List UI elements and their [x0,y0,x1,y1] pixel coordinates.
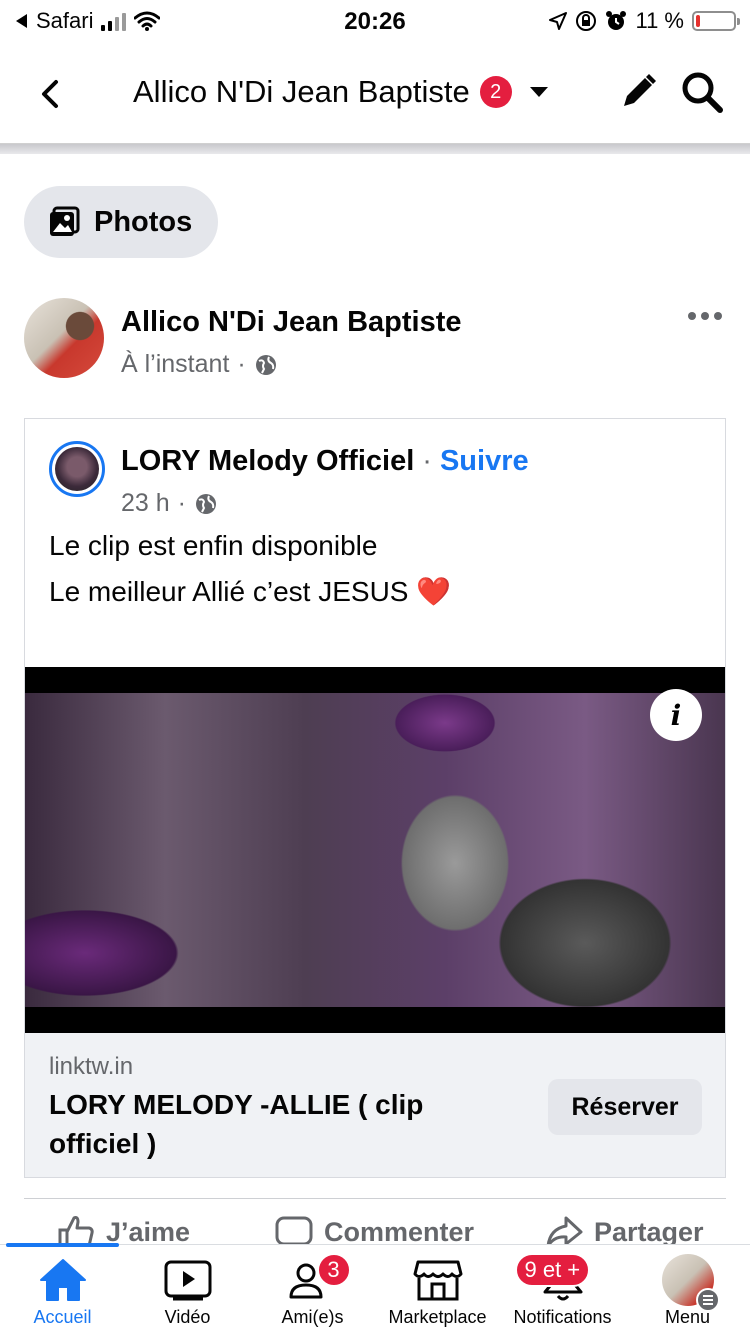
comment-label: Commenter [324,1216,475,1247]
shared-post-time[interactable]: 23 h [121,489,170,518]
tab-notifications-label: Notifications [513,1307,612,1327]
author-name[interactable]: Allico N'Di Jean Baptiste [121,306,461,339]
tab-marketplace-label: Marketplace [388,1307,487,1327]
search-icon[interactable] [680,70,724,114]
battery-percent: 11 % [635,8,684,33]
share-label: Partager [594,1216,704,1247]
photos-icon [50,206,80,236]
more-options-icon[interactable] [688,312,722,320]
video-icon [164,1260,211,1301]
tab-friends[interactable]: 3 Ami(e)s [250,1245,375,1334]
shared-meta-dot: · [177,489,186,517]
link-domain: linktw.in [49,1053,134,1080]
tab-video[interactable]: Vidéo [125,1245,250,1334]
reserve-button[interactable]: Réserver [548,1079,702,1135]
friends-badge: 3 [316,1253,351,1287]
photos-button[interactable]: Photos [24,186,218,258]
tab-home[interactable]: Accueil [0,1245,125,1334]
profile-switcher[interactable]: Allico N'Di Jean Baptiste 2 [133,74,548,110]
battery-level [696,15,700,27]
alarm-icon [606,11,627,30]
tab-friends-label: Ami(e)s [281,1307,344,1327]
status-bar: Safari 20:26 11 % [0,0,750,44]
shared-post-card[interactable]: LORY Melody Officiel · Suivre 23 h · Le … [24,418,726,1178]
info-icon[interactable]: i [650,689,702,741]
video-frame [25,693,725,1007]
header-divider [0,144,750,154]
shared-post-meta: 23 h · [121,489,218,518]
bottom-tab-bar: Accueil Vidéo 3 Ami(e)s Marketplace 9 et… [0,1243,750,1334]
page-name[interactable]: LORY Melody Officiel [121,445,414,478]
status-right: 11 % [549,8,740,34]
post-text: Le clip est enfin disponible Le meilleur… [49,523,451,615]
title-badge: 2 [479,76,512,108]
author-avatar[interactable] [24,298,104,378]
pencil-icon[interactable] [618,72,658,112]
video-thumbnail[interactable] [25,667,725,1033]
marketplace-icon [413,1260,462,1301]
top-nav-bar: Allico N'Di Jean Baptiste 2 [0,50,750,144]
home-icon [39,1259,86,1301]
post-meta: À l’instant · [121,350,278,379]
tab-home-label: Accueil [33,1307,92,1327]
tab-marketplace[interactable]: Marketplace [375,1245,500,1334]
caret-down-icon [529,87,548,97]
page-title: Allico N'Di Jean Baptiste [133,74,470,109]
name-separator: · [422,445,432,477]
link-title: LORY MELODY -ALLIE ( clip officiel ) [49,1089,424,1159]
rotation-lock-icon [576,11,597,31]
menu-lines-icon [695,1288,720,1312]
location-icon [549,12,568,30]
menu-avatar [661,1254,720,1312]
link-preview[interactable]: linktw.in LORY MELODY -ALLIE ( clip offi… [25,1033,725,1177]
meta-dot: · [237,350,246,378]
globe-icon [196,493,216,514]
photos-label: Photos [94,205,193,238]
tab-video-label: Vidéo [164,1307,211,1327]
page-avatar[interactable] [49,441,105,497]
post-text-line-1: Le clip est enfin disponible [49,530,378,561]
tab-notifications[interactable]: 9 et + Notifications [500,1245,625,1334]
battery-icon [692,11,740,31]
notifications-badge: 9 et + [514,1253,591,1287]
follow-link[interactable]: Suivre [440,445,529,478]
actions-divider [24,1198,726,1199]
back-chevron-icon[interactable] [30,74,70,114]
tab-menu[interactable]: Menu [625,1245,750,1334]
globe-icon [255,354,276,375]
post-text-line-2-text: Le meilleur Allié c’est JESUS [49,576,409,607]
heart-emoji: ❤️ [416,576,452,607]
post-text-line-2: Le meilleur Allié c’est JESUS ❤️ [49,569,451,615]
post-time[interactable]: À l’instant [121,350,229,379]
page-name-row: LORY Melody Officiel · Suivre [121,445,529,478]
